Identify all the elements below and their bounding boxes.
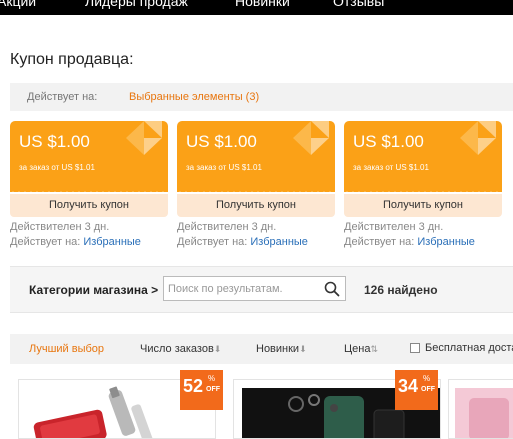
sort-best-match[interactable]: Лучший выбор [29,343,104,355]
store-categories-link[interactable]: Категории магазина > [29,283,158,297]
product-card[interactable] [448,379,513,439]
sort-bar: Лучший выбор Число заказов⬇ Новинки⬇ Цен… [10,334,513,364]
free-shipping-checkbox[interactable] [410,343,420,353]
results-count: 126 найдено [364,283,438,297]
sort-price[interactable]: Цена⇅ [344,343,378,355]
coupon-validity: Действителен 3 дн. [177,221,277,233]
coupon-header: US $1.00 за заказ от US $1.01 [344,121,502,192]
coupon-applies-link[interactable]: Избранные [417,236,475,248]
product-image-pink [455,388,513,438]
coupon-amount: US $1.00 [186,132,257,151]
coupon-card: US $1.00 за заказ от US $1.01 Получить к… [10,121,168,217]
coupon-applies: Действует на: Избранные [177,236,308,248]
coupon-min-order: за заказ от US $1.01 [186,163,262,172]
nav-item-new[interactable]: Новинки [235,0,290,9]
coupon-applies-bar: Действует на: Выбранные элементы (3) [10,83,513,111]
discount-off: OFF [206,386,220,393]
coupon-header: US $1.00 за заказ от US $1.01 [10,121,168,192]
coupon-perforation [10,190,168,192]
nav-item-promotions[interactable]: Акции [0,0,36,9]
coupon-card: US $1.00 за заказ от US $1.01 Получить к… [344,121,502,217]
sort-down-icon: ⬇ [299,344,307,354]
coupon-applies-label: Действует на: [177,236,248,248]
discount-percent: % [423,374,431,383]
discount-badge: 52 % OFF [180,370,223,410]
selected-items-link[interactable]: Выбранные элементы (3) [129,91,259,103]
coupon-perforation [344,190,502,192]
sort-newest-label: Новинки [256,343,300,355]
get-coupon-button[interactable]: Получить купон [344,194,502,217]
coupon-amount: US $1.00 [353,132,424,151]
coupon-decoration-icon [293,121,329,155]
applies-label: Действует на: [27,91,98,103]
free-shipping-label[interactable]: Бесплатная доставка [425,342,513,354]
coupon-perforation [177,190,335,192]
sort-updown-icon: ⇅ [370,344,378,354]
coupon-header: US $1.00 за заказ от US $1.01 [177,121,335,192]
coupon-validity: Действителен 3 дн. [344,221,444,233]
coupon-decoration-icon [460,121,496,155]
sort-orders[interactable]: Число заказов⬇ [140,343,221,355]
discount-off: OFF [421,386,435,393]
get-coupon-button[interactable]: Получить купон [177,194,335,217]
coupon-amount: US $1.00 [19,132,90,151]
coupon-applies-link[interactable]: Избранные [83,236,141,248]
coupon-decoration-icon [126,121,162,155]
top-nav: Акции Лидеры продаж Новинки Отзывы [0,0,513,15]
nav-item-bestsellers[interactable]: Лидеры продаж [85,0,188,9]
sort-newest[interactable]: Новинки⬇ [256,343,307,355]
discount-percent: % [208,374,216,383]
coupon-applies-label: Действует на: [344,236,415,248]
search-box [163,276,346,301]
sort-down-icon: ⬇ [213,344,222,354]
coupon-validity: Действителен 3 дн. [10,221,110,233]
coupon-card: US $1.00 за заказ от US $1.01 Получить к… [177,121,335,217]
coupon-applies: Действует на: Избранные [344,236,475,248]
store-search-bar: Категории магазина > 126 найдено [10,266,513,313]
coupon-applies-link[interactable]: Избранные [250,236,308,248]
discount-number: 52 [183,376,204,396]
nav-item-reviews[interactable]: Отзывы [333,0,384,9]
coupon-applies-label: Действует на: [10,236,81,248]
sort-orders-label: Число заказов [140,343,214,355]
discount-number: 34 [398,376,419,396]
search-input[interactable] [168,280,318,297]
discount-badge: 34 % OFF [395,370,438,410]
get-coupon-button[interactable]: Получить купон [10,194,168,217]
coupon-applies: Действует на: Избранные [10,236,141,248]
coupon-min-order: за заказ от US $1.01 [353,163,429,172]
sort-price-label: Цена [344,343,371,355]
coupon-min-order: за заказ от US $1.01 [19,163,95,172]
coupon-section-title: Купон продавца: [10,51,134,68]
search-icon[interactable] [324,281,340,297]
